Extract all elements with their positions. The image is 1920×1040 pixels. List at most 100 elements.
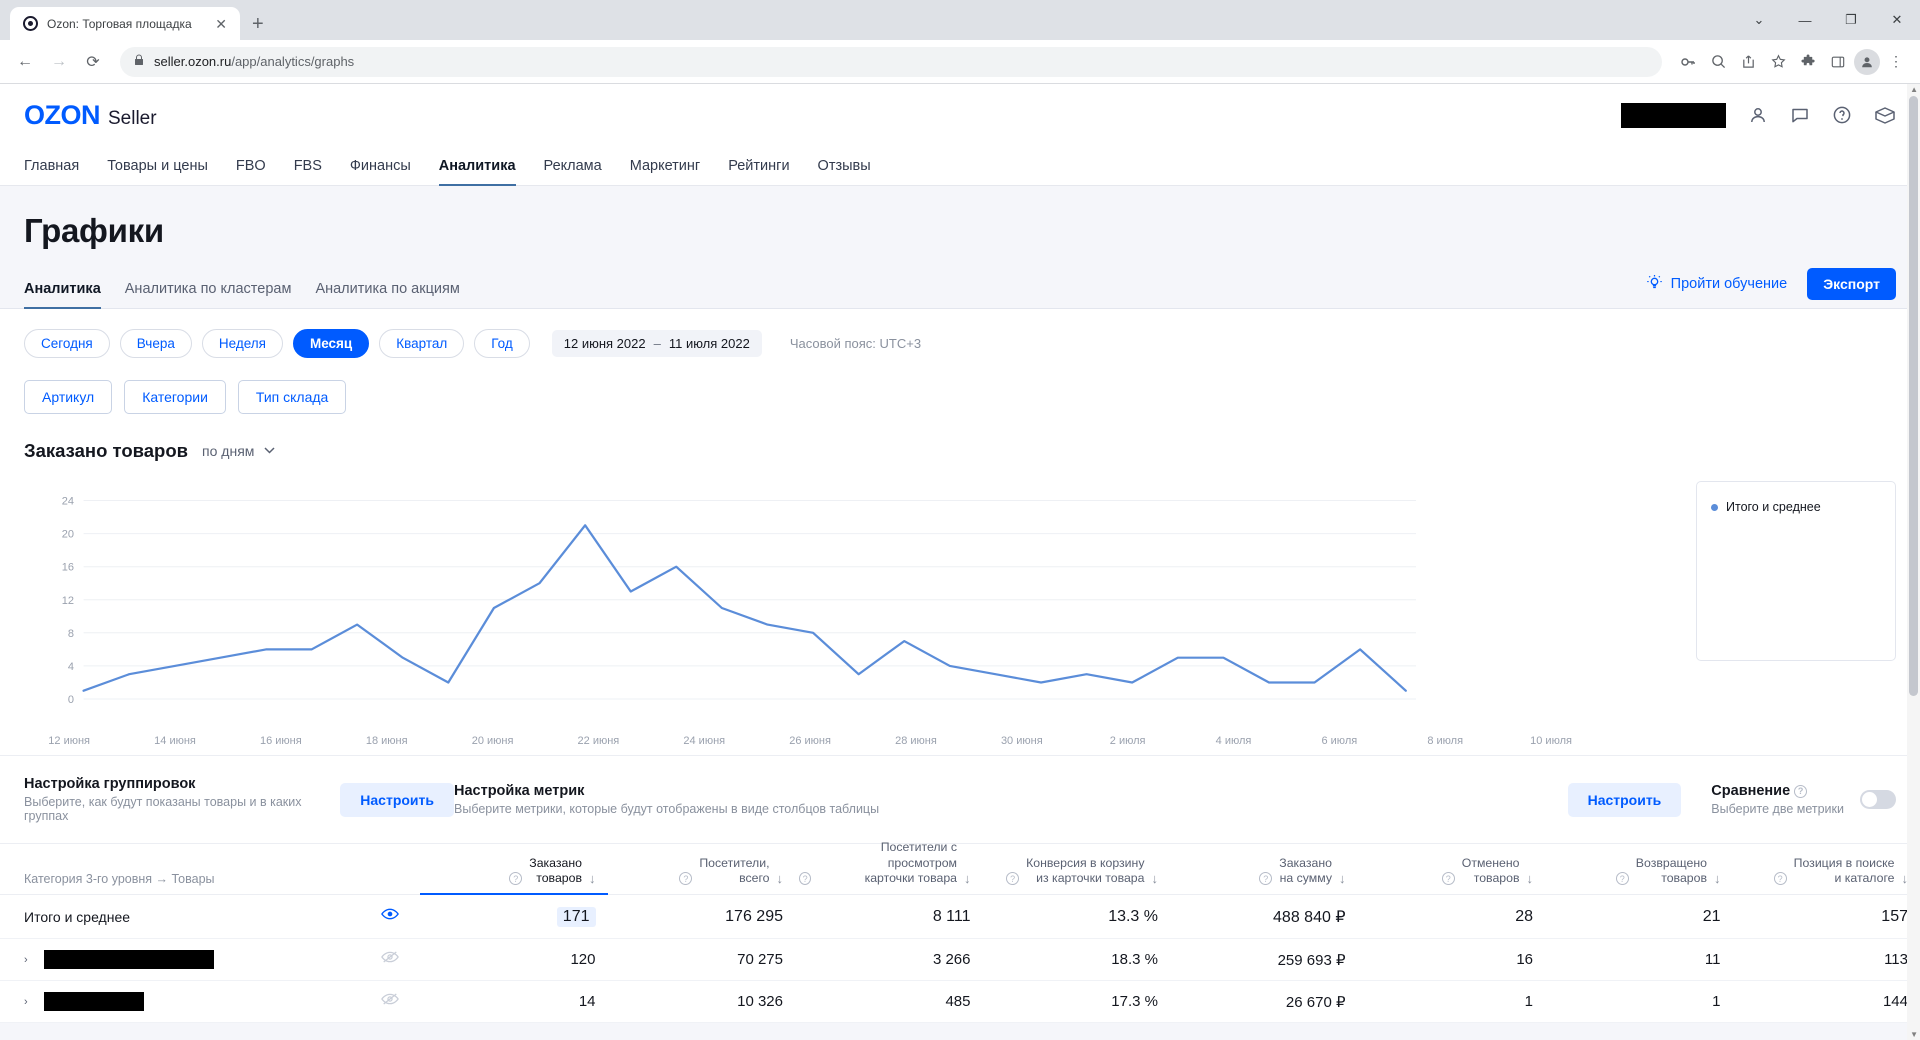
- address-bar[interactable]: seller.ozon.ru/app/analytics/graphs: [120, 46, 1662, 77]
- nav-item-reklama[interactable]: Реклама: [544, 158, 602, 185]
- eye-off-icon[interactable]: [381, 992, 399, 1011]
- column-header-2[interactable]: ? Посетители с просмотром карточки товара ↓: [795, 840, 983, 894]
- column-header-1[interactable]: ? Посетители, всего ↓: [608, 844, 796, 894]
- back-icon[interactable]: ←: [10, 47, 40, 77]
- maximize-button[interactable]: ❐: [1828, 4, 1874, 36]
- table-cell: 26 670 ₽: [1285, 993, 1346, 1011]
- help-icon[interactable]: ?: [1794, 784, 1808, 798]
- eye-off-icon[interactable]: [381, 950, 399, 969]
- scroll-up-arrow[interactable]: ▲: [1910, 85, 1918, 94]
- legend-item[interactable]: Итого и среднее: [1711, 500, 1881, 514]
- table-row[interactable]: › 120 70 275 3 266 18.3 % 259 693 ₽ 16 11 113: [0, 939, 1920, 981]
- tab-analitika[interactable]: Аналитика: [24, 281, 101, 309]
- help-icon[interactable]: ?: [1773, 872, 1787, 885]
- column-header-0[interactable]: ? Заказано товаров ↓: [420, 844, 608, 895]
- help-icon[interactable]: ?: [1259, 872, 1273, 885]
- expand-row-icon[interactable]: ›: [24, 996, 34, 1008]
- account-icon[interactable]: [1748, 105, 1768, 125]
- tab-analitika-po-akciyam[interactable]: Аналитика по акциям: [315, 281, 459, 308]
- chip-segodnya[interactable]: Сегодня: [24, 329, 110, 358]
- help-icon[interactable]: ?: [799, 872, 812, 885]
- table-row[interactable]: Итого и среднее 171 176 295 8 111 13.3 % 488 …: [0, 895, 1920, 939]
- chat-icon[interactable]: [1790, 105, 1810, 125]
- visibility-cell[interactable]: [360, 950, 420, 969]
- chart-grouping-select[interactable]: по дням: [202, 443, 275, 459]
- nav-item-reytingi[interactable]: Рейтинги: [728, 158, 789, 185]
- configure-grouping-button[interactable]: Настроить: [340, 782, 454, 817]
- password-key-icon[interactable]: [1674, 48, 1702, 76]
- nav-item-marketing[interactable]: Маркетинг: [630, 158, 701, 185]
- visibility-cell[interactable]: [360, 907, 420, 926]
- window-controls: ⌄ — ❐ ✕: [1736, 0, 1920, 40]
- side-panel-icon[interactable]: [1824, 48, 1852, 76]
- configure-metrics-button[interactable]: Настроить: [1567, 782, 1682, 817]
- nav-item-otzyvy[interactable]: Отзывы: [818, 158, 871, 185]
- column-header-4[interactable]: ? Заказано на сумму ↓: [1170, 844, 1358, 894]
- help-icon[interactable]: ?: [1006, 872, 1020, 885]
- line-chart[interactable]: 0 4 8 12 16 20 24: [24, 476, 1678, 731]
- visibility-cell[interactable]: [360, 992, 420, 1011]
- nav-item-fbs[interactable]: FBS: [294, 158, 322, 185]
- box-icon[interactable]: [1874, 105, 1896, 125]
- browser-tab[interactable]: Ozon: Торговая площадка ✕: [10, 7, 240, 40]
- nav-item-fbo[interactable]: FBO: [236, 158, 266, 185]
- tab-analitika-po-klasteram[interactable]: Аналитика по кластерам: [125, 281, 292, 308]
- minimize-button[interactable]: —: [1782, 4, 1828, 36]
- chip-mesyac[interactable]: Месяц: [292, 329, 370, 358]
- forward-icon[interactable]: →: [44, 47, 74, 77]
- share-icon[interactable]: [1734, 48, 1762, 76]
- row-name-redacted: [44, 992, 144, 1011]
- help-icon[interactable]: ?: [1441, 872, 1455, 885]
- page-scrollbar[interactable]: ▲ ▼: [1907, 84, 1920, 1040]
- nav-item-finansy[interactable]: Финансы: [350, 158, 411, 185]
- column-header-7[interactable]: ? Позиция в поиске и каталоге ↓: [1733, 844, 1920, 894]
- extensions-icon[interactable]: [1794, 48, 1822, 76]
- chip-nedelya[interactable]: Неделя: [201, 329, 283, 358]
- date-range-picker[interactable]: 12 июня 2022 – 11 июля 2022: [551, 330, 762, 357]
- export-button[interactable]: Экспорт: [1807, 268, 1896, 300]
- chip-kvartal[interactable]: Квартал: [379, 329, 465, 358]
- nav-item-analitika[interactable]: Аналитика: [438, 158, 516, 186]
- sort-desc-icon[interactable]: ↓: [1152, 871, 1159, 887]
- browser-menu-icon[interactable]: ⋮: [1882, 48, 1910, 76]
- chip-god[interactable]: Год: [474, 329, 530, 358]
- reload-icon[interactable]: ⟳: [78, 47, 108, 77]
- nav-item-glavnaya[interactable]: Главная: [24, 158, 79, 185]
- compare-toggle[interactable]: [1860, 790, 1896, 809]
- filter-tip-sklada-button[interactable]: Тип склада: [237, 380, 347, 414]
- expand-row-icon[interactable]: ›: [24, 954, 34, 966]
- sort-desc-icon[interactable]: ↓: [1339, 871, 1346, 887]
- scroll-down-arrow[interactable]: ▼: [1910, 1030, 1918, 1039]
- help-icon[interactable]: [1832, 105, 1852, 125]
- sort-desc-icon[interactable]: ↓: [777, 871, 784, 887]
- ozon-logo[interactable]: OZON Seller: [24, 100, 157, 131]
- chip-vchera[interactable]: Вчера: [119, 329, 192, 358]
- column-header-5[interactable]: ? Отменено товаров ↓: [1358, 844, 1546, 894]
- close-icon[interactable]: ✕: [213, 17, 229, 31]
- nav-item-tovary-i-ceny[interactable]: Товары и цены: [107, 158, 208, 185]
- table-cell: 1: [1712, 993, 1721, 1010]
- table-row[interactable]: › 14 10 326 485 17.3 % 26 670 ₽ 1 1 144: [0, 981, 1920, 1023]
- sort-desc-icon[interactable]: ↓: [589, 871, 596, 887]
- column-header-3[interactable]: ? Конверсия в корзину из карточки товара ↓: [983, 844, 1171, 894]
- sort-desc-icon[interactable]: ↓: [1527, 871, 1534, 887]
- compare-title-wrap: Сравнение?: [1711, 783, 1844, 799]
- x-axis-tick: 12 июня: [48, 735, 91, 747]
- help-icon[interactable]: ?: [509, 872, 523, 885]
- help-icon[interactable]: ?: [679, 872, 693, 885]
- column-header-6[interactable]: ? Возвращено товаров ↓: [1545, 844, 1733, 894]
- sort-desc-icon[interactable]: ↓: [1714, 871, 1721, 887]
- chevron-down-icon[interactable]: ⌄: [1736, 4, 1782, 36]
- filter-artikul-button[interactable]: Артикул: [24, 380, 113, 414]
- bookmark-star-icon[interactable]: [1764, 48, 1792, 76]
- new-tab-button[interactable]: +: [252, 14, 264, 34]
- window-close-button[interactable]: ✕: [1874, 4, 1920, 36]
- scrollbar-thumb[interactable]: [1909, 96, 1918, 696]
- profile-avatar[interactable]: [1854, 48, 1880, 75]
- eye-icon[interactable]: [381, 907, 399, 926]
- start-training-link[interactable]: Пройти обучение: [1646, 274, 1787, 295]
- sort-desc-icon[interactable]: ↓: [964, 871, 971, 887]
- help-icon[interactable]: ?: [1615, 872, 1629, 885]
- search-icon[interactable]: [1704, 48, 1732, 76]
- filter-kategorii-button[interactable]: Категории: [124, 380, 226, 414]
